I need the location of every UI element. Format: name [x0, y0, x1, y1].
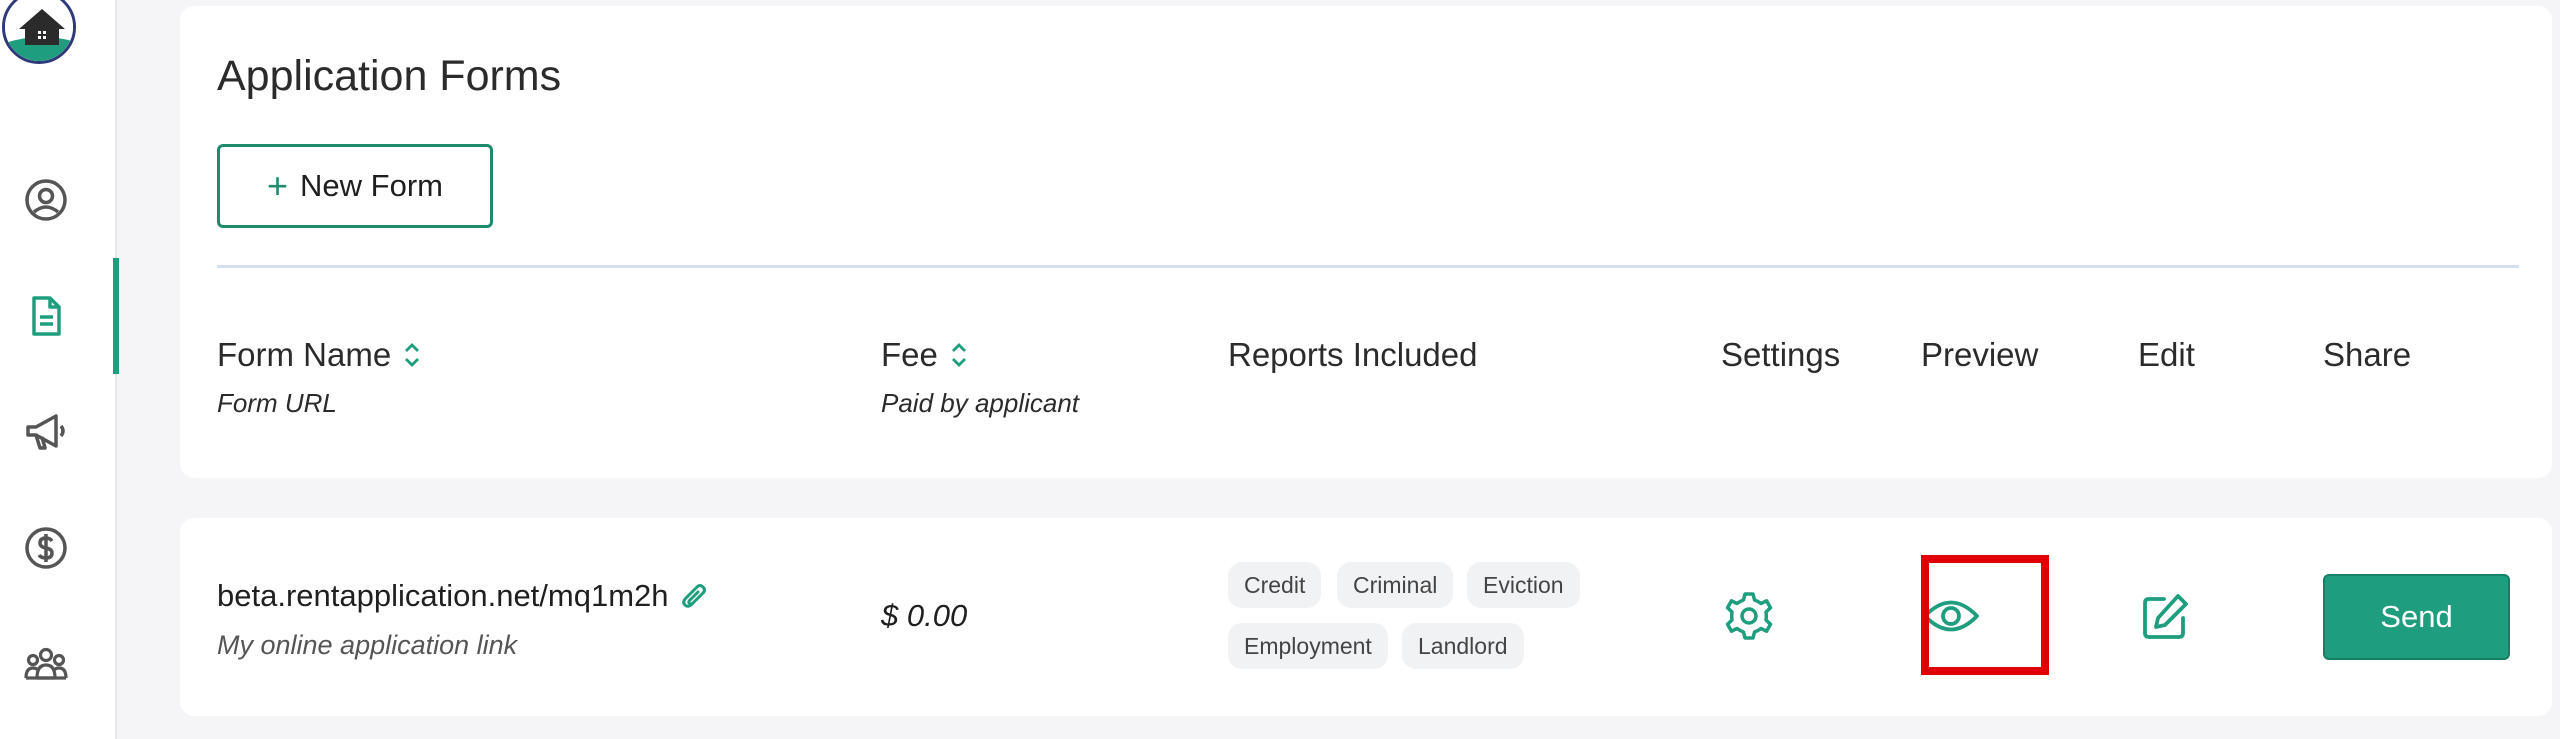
- sidebar-item-team[interactable]: [0, 606, 117, 722]
- column-edit: Edit: [2138, 336, 2195, 374]
- column-form-name-label: Form Name: [217, 336, 392, 373]
- column-fee-label: Fee: [881, 336, 938, 373]
- paperclip-icon[interactable]: [679, 579, 709, 613]
- sort-icon: [405, 343, 420, 367]
- column-form-name[interactable]: Form Name: [217, 336, 423, 374]
- divider: [217, 265, 2519, 268]
- new-form-button[interactable]: + New Form: [217, 144, 493, 228]
- edit-highlight-box: [1921, 555, 2049, 675]
- dollar-icon: [24, 527, 67, 569]
- megaphone-icon: [25, 414, 65, 450]
- form-url-text[interactable]: beta.rentapplication.net/mq1m2h: [217, 578, 669, 614]
- column-share: Share: [2323, 336, 2411, 374]
- sidebar-item-payments[interactable]: [0, 490, 117, 606]
- sidebar-item-forms[interactable]: [0, 258, 119, 374]
- forms-header-card: Application Forms + New Form Form Name F…: [180, 6, 2552, 478]
- column-fee-sub: Paid by applicant: [881, 388, 1080, 418]
- user-circle-icon: [24, 179, 67, 221]
- column-preview: Preview: [1921, 336, 2038, 374]
- column-fee[interactable]: Fee: [881, 336, 970, 374]
- column-reports: Reports Included: [1228, 336, 1477, 374]
- column-form-url-sub: Form URL: [217, 388, 337, 418]
- column-settings-label: Settings: [1721, 336, 1841, 373]
- settings-button[interactable]: [1721, 588, 1777, 644]
- document-icon: [31, 296, 61, 336]
- edit-button[interactable]: [2138, 590, 2192, 644]
- table-row: [180, 518, 2552, 716]
- new-form-label: New Form: [300, 168, 443, 203]
- house-logo[interactable]: [2, 0, 76, 64]
- gear-icon: [1725, 592, 1773, 640]
- sidebar-item-marketing[interactable]: [0, 374, 117, 490]
- plus-icon: +: [267, 165, 289, 206]
- column-preview-label: Preview: [1921, 336, 2039, 373]
- column-share-label: Share: [2323, 336, 2412, 373]
- column-reports-label: Reports Included: [1228, 336, 1478, 373]
- send-button[interactable]: Send: [2323, 574, 2510, 660]
- column-edit-label: Edit: [2138, 336, 2195, 373]
- sidebar: [0, 0, 119, 739]
- sort-icon: [951, 343, 966, 367]
- column-settings: Settings: [1721, 336, 1840, 374]
- form-url[interactable]: beta.rentapplication.net/mq1m2h: [217, 578, 709, 614]
- sidebar-item-profile[interactable]: [0, 142, 117, 258]
- users-group-icon: [23, 647, 68, 680]
- page-title: Application Forms: [217, 52, 562, 100]
- edit-icon: [2143, 594, 2188, 639]
